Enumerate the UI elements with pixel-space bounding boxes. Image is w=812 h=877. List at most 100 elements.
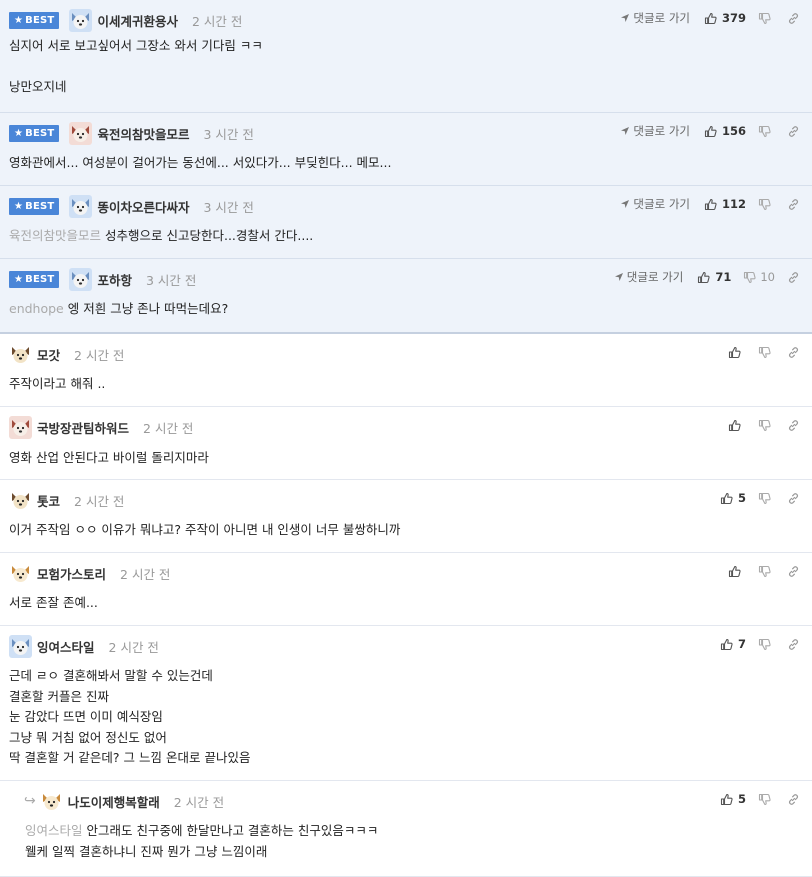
- comment-actions: 댓글로 가기 156: [620, 123, 800, 139]
- copy-link-button[interactable]: [787, 198, 800, 211]
- avatar[interactable]: [39, 789, 63, 813]
- nickname[interactable]: 포하항: [97, 270, 132, 289]
- dislike-button[interactable]: [758, 198, 775, 211]
- avatar[interactable]: [9, 488, 32, 512]
- copy-link-button[interactable]: [787, 793, 800, 806]
- link-icon: [787, 346, 800, 359]
- mention[interactable]: 육전의참맛을모르: [9, 228, 101, 243]
- comment-line: 그냥 뭐 거침 없어 정신도 없어: [9, 728, 250, 749]
- like-button[interactable]: 7: [720, 637, 746, 651]
- comment-header: 모험가스토리 2 시간 전: [9, 561, 170, 585]
- thumbs-up-icon: [720, 638, 738, 651]
- avatar[interactable]: [9, 415, 32, 439]
- like-button[interactable]: [728, 346, 746, 359]
- like-button[interactable]: 71: [697, 270, 731, 284]
- star-icon: ★: [14, 127, 24, 139]
- copy-link-button[interactable]: [787, 638, 800, 651]
- timestamp: 2 시간 전: [191, 13, 243, 29]
- comment-actions: 5: [720, 490, 800, 506]
- comment-actions: [728, 344, 800, 360]
- like-button[interactable]: 379: [704, 11, 746, 25]
- comment-header: ★ BEST 육전의참맛을모르 3 시간 전: [9, 121, 254, 145]
- avatar[interactable]: [69, 194, 93, 218]
- like-button[interactable]: 156: [704, 124, 746, 138]
- like-button[interactable]: 5: [720, 491, 746, 505]
- nickname[interactable]: 톳코: [37, 491, 60, 510]
- avatar[interactable]: [69, 267, 93, 291]
- thumbs-down-icon: [758, 125, 775, 138]
- copy-link-button[interactable]: [787, 346, 800, 359]
- comment-line: 결혼할 커플은 진짜: [9, 687, 250, 708]
- comment-actions: 7: [720, 636, 800, 652]
- goto-reply-link[interactable]: 댓글로 가기: [614, 269, 683, 285]
- avatar[interactable]: [69, 8, 93, 32]
- timestamp: 2 시간 전: [108, 639, 159, 655]
- avatar[interactable]: [9, 634, 32, 658]
- copy-link-button[interactable]: [787, 125, 800, 138]
- dislike-button[interactable]: [758, 346, 775, 359]
- copy-link-button[interactable]: [787, 419, 800, 432]
- nickname[interactable]: 이세계귀환용사: [97, 11, 178, 30]
- comment-line-text: 딱 결혼할 거 같은데? 그 느낌 온대로 끝나있음: [9, 750, 251, 765]
- like-count: 5: [737, 792, 746, 806]
- comment-line-text: 성추행으로 신고당한다...경찰서 간다....: [105, 228, 314, 243]
- link-icon: [787, 638, 800, 651]
- avatar[interactable]: [69, 121, 93, 145]
- like-button[interactable]: [728, 419, 746, 432]
- comment-line: 영화관에서... 여성분이 걸어가는 동선에... 서있다가... 부딪힌다..…: [9, 153, 391, 174]
- thumbs-up-icon: [728, 565, 746, 578]
- dislike-button[interactable]: [758, 12, 775, 25]
- goto-reply-link[interactable]: 댓글로 가기: [620, 10, 690, 26]
- avatar[interactable]: [9, 342, 32, 366]
- dislike-button[interactable]: [758, 419, 775, 432]
- thumbs-up-icon: [704, 12, 722, 25]
- comment-line: 육전의참맛을모르 성추행으로 신고당한다...경찰서 간다....: [9, 226, 313, 247]
- best-badge: ★ BEST: [9, 124, 60, 142]
- like-button[interactable]: 5: [720, 792, 746, 806]
- nickname[interactable]: 모험가스토리: [37, 564, 106, 583]
- goto-reply-label: 댓글로 가기: [633, 11, 690, 25]
- timestamp: 2 시간 전: [120, 566, 171, 582]
- comment-line-text: 영화관에서... 여성분이 걸어가는 동선에... 서있다가... 부딪힌다..…: [9, 155, 392, 170]
- copy-link-button[interactable]: [787, 565, 800, 578]
- like-button[interactable]: [728, 565, 746, 578]
- like-count: 7: [737, 637, 746, 651]
- comment-actions: 댓글로 가기 112: [620, 196, 800, 212]
- nickname[interactable]: 육전의참맛을모르: [97, 124, 189, 143]
- dislike-button[interactable]: [758, 492, 775, 505]
- nickname[interactable]: 국방장관팀하워드: [37, 418, 129, 437]
- comment-line-text: 주작이라고 해줘 ..: [9, 376, 106, 391]
- comment-header: ★ BEST 똥이차오른다싸자 3 시간 전: [9, 194, 254, 218]
- comment-line: endhope 엥 저흰 그냥 존나 따먹는데요?: [9, 299, 228, 320]
- dislike-button[interactable]: [758, 565, 775, 578]
- comment-text: 육전의참맛을모르 성추행으로 신고당한다...경찰서 간다....: [9, 226, 313, 247]
- comment-line-text: 결혼할 커플은 진짜: [9, 688, 109, 704]
- like-button[interactable]: 112: [704, 197, 746, 211]
- dislike-button[interactable]: [758, 638, 775, 651]
- comment-line-text: 웰케 일찍 결혼하냐니 진짜 뭔가 그냥 느낌이래: [25, 843, 268, 859]
- copy-link-button[interactable]: [787, 12, 800, 25]
- mention[interactable]: 잉여스타일: [25, 823, 83, 838]
- nickname[interactable]: 똥이차오른다싸자: [97, 197, 189, 216]
- comment-line-text: 낭만오지네: [9, 79, 67, 94]
- comment-line-text: 심지어 서로 보고싶어서 그장소 와서 기다림 ㅋㅋ: [9, 38, 263, 53]
- goto-reply-link[interactable]: 댓글로 가기: [620, 123, 690, 139]
- nickname[interactable]: 나도이제행복할래: [68, 792, 160, 811]
- comment-line: 주작이라고 해줘 ..: [9, 374, 105, 395]
- comment: 모험가스토리 2 시간 전 서로 존잘 존예...: [0, 553, 812, 626]
- best-comment: ★ BEST 똥이차오른다싸자 3 시간 전 댓글로 가기 112 육전의참맛을모르 성추행…: [0, 186, 812, 259]
- comment-header: ★ BEST 이세계귀환용사 2 시간 전: [9, 8, 242, 32]
- mention[interactable]: endhope: [9, 301, 64, 316]
- copy-link-button[interactable]: [787, 271, 800, 284]
- copy-link-button[interactable]: [787, 492, 800, 505]
- nickname[interactable]: 잉여스타일: [37, 637, 95, 656]
- link-icon: [787, 793, 800, 806]
- goto-reply-link[interactable]: 댓글로 가기: [620, 196, 690, 212]
- best-label: BEST: [25, 127, 55, 139]
- avatar[interactable]: [9, 561, 32, 585]
- dislike-button[interactable]: [758, 793, 775, 806]
- dislike-button[interactable]: 10: [743, 270, 775, 284]
- nickname[interactable]: 모갓: [37, 345, 60, 364]
- comment-header: 톳코 2 시간 전: [9, 488, 124, 512]
- dislike-button[interactable]: [758, 125, 775, 138]
